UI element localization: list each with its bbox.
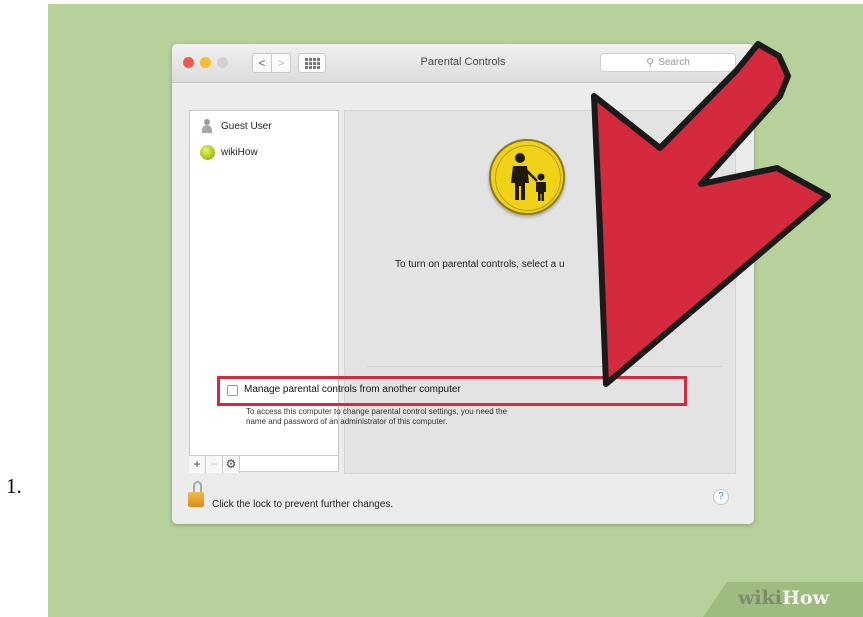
annotation-arrow-icon bbox=[591, 41, 831, 387]
watermark-part2: How bbox=[781, 587, 829, 609]
wikihow-watermark: wikiHow bbox=[738, 587, 829, 609]
watermark-part1: wiki bbox=[738, 587, 782, 609]
